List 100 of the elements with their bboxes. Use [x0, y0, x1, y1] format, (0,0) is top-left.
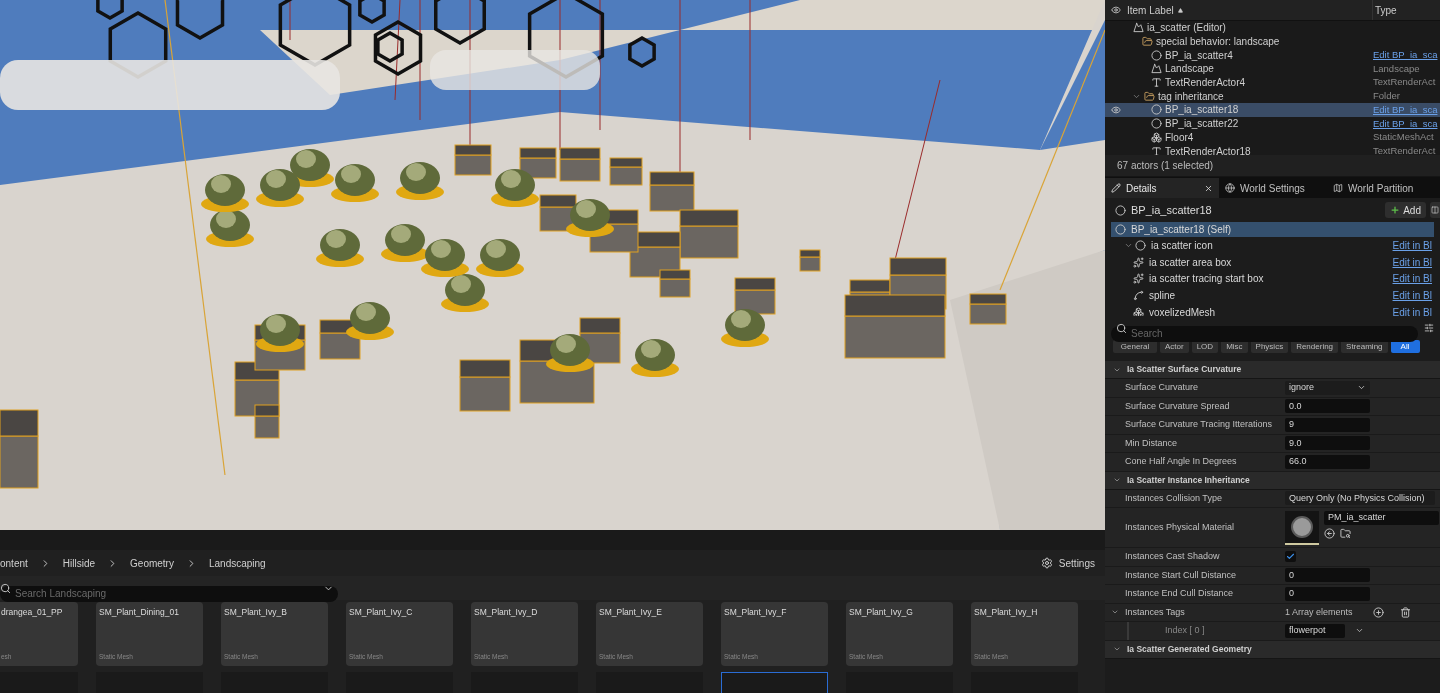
settings-button[interactable]: Settings — [1040, 555, 1095, 571]
breadcrumb-item[interactable]: ontent — [0, 555, 28, 571]
outliner-row[interactable]: tag inheritance Folder — [1105, 89, 1440, 104]
component-row[interactable]: ia scatter tracing start box Edit in Bl — [1111, 270, 1434, 288]
edit-blueprint-link[interactable]: Edit BP_ia_sca — [1373, 116, 1438, 131]
component-label: voxelizedMesh — [1149, 305, 1216, 316]
component-label: spline — [1149, 288, 1176, 303]
asset-name: SM_Plant_Ivy_D — [474, 606, 539, 619]
actor-name: BP_ia_scatter18 — [1131, 202, 1212, 218]
number-field[interactable]: 0 — [1285, 586, 1370, 601]
browse-icon[interactable] — [1340, 527, 1351, 539]
panel-tab[interactable]: World Settings — [1219, 178, 1327, 198]
close-icon[interactable] — [1204, 183, 1213, 193]
dropdown[interactable]: ignore — [1285, 380, 1370, 395]
mesh-icon — [1133, 306, 1144, 316]
property-label: Instances Physical Material — [1125, 520, 1235, 534]
number-field[interactable]: 0.0 — [1285, 399, 1370, 414]
asset-field[interactable]: PM_ia_scatter — [1324, 510, 1439, 525]
sphere-icon — [1151, 118, 1162, 130]
search-field[interactable]: Search Landscaping — [0, 585, 338, 602]
outliner-row[interactable]: TextRenderActor4 TextRenderAct — [1105, 75, 1440, 90]
add-element-icon[interactable] — [1373, 606, 1384, 618]
search-icon — [1116, 322, 1127, 334]
column-header[interactable]: Type — [1373, 2, 1397, 18]
outliner-label: Floor4 — [1165, 130, 1194, 145]
sort-ascending-icon — [1177, 7, 1183, 13]
dropdown[interactable]: Query Only (No Physics Collision) — [1285, 491, 1435, 506]
box-component-icon — [1133, 273, 1144, 285]
array-count: 1 Array elements — [1285, 605, 1354, 619]
breadcrumb-item[interactable]: Geometry — [130, 555, 174, 571]
map-icon — [1333, 183, 1343, 193]
edit-in-blueprint-link[interactable]: Edit in Bl — [1392, 254, 1434, 270]
component-row[interactable]: ia scatter area box Edit in Bl — [1111, 253, 1434, 271]
edit-in-blueprint-link[interactable]: Edit in Bl — [1392, 304, 1434, 316]
outliner-label: tag inheritance — [1158, 89, 1224, 104]
outliner-row[interactable]: BP_ia_scatter4 Edit BP_ia_sca — [1105, 48, 1440, 63]
blueprint-icon — [1431, 206, 1439, 214]
box-component-icon — [1133, 256, 1144, 268]
add-component-button[interactable]: Add — [1385, 202, 1426, 218]
component-row[interactable]: BP_ia_scatter18 (Self) — [1111, 222, 1434, 237]
material-thumbnail[interactable] — [1285, 510, 1319, 545]
search-icon — [0, 582, 11, 594]
property-label: Instance End Cull Distance — [1125, 587, 1234, 600]
edit-blueprint-link[interactable]: Edit BP_ia_sca — [1373, 48, 1438, 63]
type-label: TextRenderAct — [1373, 75, 1436, 90]
outliner-label: Landscape — [1165, 62, 1214, 77]
outliner-label: BP_ia_scatter4 — [1165, 48, 1233, 63]
number-field[interactable]: 0 — [1285, 568, 1370, 583]
checkbox[interactable] — [1285, 551, 1296, 563]
component-row[interactable]: ia scatter icon Edit in Bl — [1111, 237, 1434, 254]
use-selected-icon[interactable] — [1324, 527, 1335, 539]
search-field[interactable]: Search — [1111, 325, 1418, 342]
property-label: Index [ 0 ] — [1165, 624, 1205, 637]
component-row[interactable]: voxelizedMesh Edit in Bl — [1111, 303, 1434, 316]
section-header[interactable]: Ia Scatter Surface Curvature — [1105, 361, 1440, 379]
property-label: Cone Half Angle In Degrees — [1125, 455, 1237, 468]
property-label: Surface Curvature Tracing Itterations — [1125, 418, 1273, 431]
landscape-icon — [1151, 63, 1162, 75]
outliner-row[interactable]: Floor4 StaticMeshAct — [1105, 130, 1440, 145]
pencil-icon — [1111, 183, 1121, 193]
type-label: Landscape — [1373, 61, 1420, 76]
visibility-icon[interactable] — [1111, 104, 1121, 115]
sphere-icon — [1135, 239, 1146, 251]
component-label: BP_ia_scatter18 (Self) — [1131, 223, 1232, 237]
asset-name: SM_Plant_Ivy_B — [224, 606, 288, 619]
edit-in-blueprint-link[interactable]: Edit in Bl — [1392, 287, 1434, 303]
panel-tab[interactable]: World Partition — [1327, 178, 1435, 198]
blueprint-button[interactable] — [1430, 202, 1440, 218]
asset-thumbnail[interactable] — [721, 672, 828, 693]
outliner-label: BP_ia_scatter18 — [1165, 103, 1239, 118]
spline-icon — [1133, 289, 1144, 301]
edit-in-blueprint-link[interactable]: Edit in Bl — [1392, 271, 1434, 287]
delete-icon[interactable] — [1400, 606, 1411, 618]
sphere-icon — [1115, 224, 1126, 235]
settings-icon[interactable] — [1424, 323, 1434, 333]
edit-in-blueprint-link[interactable]: Edit in Bl — [1392, 237, 1434, 253]
number-field[interactable]: 66.0 — [1285, 454, 1370, 469]
number-field[interactable]: 9.0 — [1285, 436, 1370, 451]
property-label: Instances Collision Type — [1125, 491, 1222, 505]
outliner-row[interactable]: Landscape Landscape — [1105, 62, 1440, 76]
outliner-row[interactable]: TextRenderActor18 TextRenderAct — [1105, 144, 1440, 155]
outliner-row[interactable]: ia_scatter (Editor) — [1105, 21, 1440, 35]
sphere-icon — [1151, 104, 1162, 116]
breadcrumb-item[interactable]: Hillside — [62, 555, 96, 571]
check-icon — [1286, 552, 1295, 562]
text-field[interactable]: flowerpot — [1285, 623, 1345, 638]
asset-name: drangea_01_PP — [1, 606, 64, 619]
outliner-row[interactable]: BP_ia_scatter22 Edit BP_ia_sca — [1105, 116, 1440, 131]
asset-name: SM_Plant_Ivy_C — [349, 606, 414, 619]
outliner-label: BP_ia_scatter22 — [1165, 117, 1239, 132]
visibility-icon[interactable] — [1111, 5, 1121, 15]
panel-tab[interactable]: Details — [1105, 178, 1219, 198]
number-field[interactable]: 9 — [1285, 417, 1370, 432]
component-row[interactable]: spline Edit in Bl — [1111, 287, 1434, 304]
outliner-row[interactable]: special behavior: landscape — [1105, 34, 1440, 49]
outliner-row[interactable]: BP_ia_scatter18 Edit BP_ia_sca — [1105, 103, 1440, 117]
viewport-scene-drawing[interactable] — [0, 0, 1105, 530]
column-header[interactable]: Item Label — [1127, 2, 1174, 18]
breadcrumb-item[interactable]: Landscaping — [208, 555, 266, 571]
asset-name: SM_Plant_Dining_01 — [99, 606, 180, 619]
